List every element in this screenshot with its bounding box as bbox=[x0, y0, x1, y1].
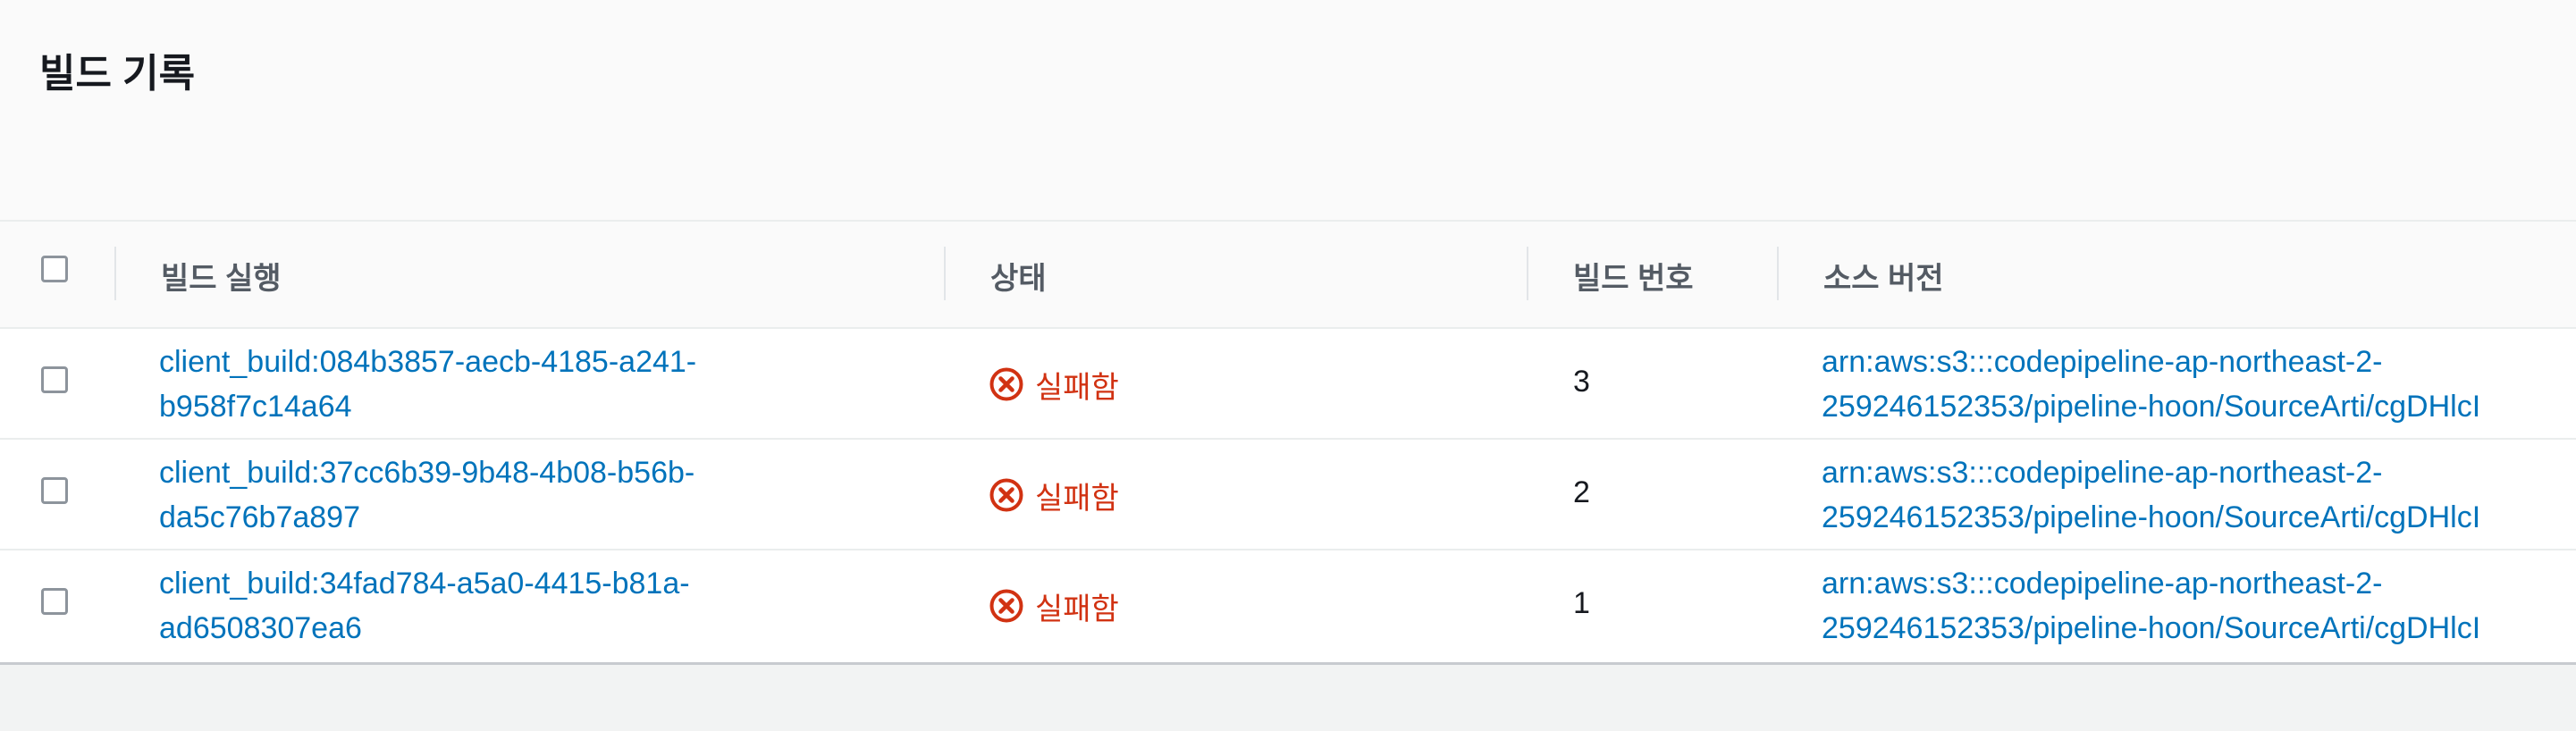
source-version-line1[interactable]: arn:aws:s3:::codepipeline-ap-northeast-2… bbox=[1822, 450, 2480, 495]
build-number: 2 bbox=[1573, 475, 1590, 509]
close-circle-icon bbox=[989, 478, 1023, 512]
row-select-checkbox[interactable] bbox=[41, 477, 68, 504]
table-row[interactable]: client_build:37cc6b39-9b48-4b08-b56b- da… bbox=[0, 440, 2576, 550]
source-version-link[interactable]: arn:aws:s3:::codepipeline-ap-northeast-2… bbox=[1822, 450, 2480, 540]
source-version-link[interactable]: arn:aws:s3:::codepipeline-ap-northeast-2… bbox=[1822, 561, 2480, 651]
source-version-link[interactable]: arn:aws:s3:::codepipeline-ap-northeast-2… bbox=[1822, 340, 2480, 429]
close-circle-icon bbox=[989, 367, 1023, 401]
source-version-line1[interactable]: arn:aws:s3:::codepipeline-ap-northeast-2… bbox=[1822, 561, 2480, 606]
column-header-source-version[interactable]: 소스 버전 bbox=[1823, 254, 1944, 298]
build-run-link-line1[interactable]: client_build:084b3857-aecb-4185-a241- bbox=[159, 340, 696, 384]
build-run-link-line2[interactable]: ad6508307ea6 bbox=[159, 606, 690, 651]
column-divider[interactable] bbox=[1777, 247, 1779, 300]
status-text: 실패함 bbox=[1035, 370, 1119, 405]
row-select-checkbox[interactable] bbox=[41, 366, 68, 393]
build-run-link-line1[interactable]: client_build:37cc6b39-9b48-4b08-b56b- bbox=[159, 450, 695, 495]
column-header-build-number[interactable]: 빌드 번호 bbox=[1573, 254, 1694, 298]
build-run-link-line2[interactable]: da5c76b7a897 bbox=[159, 495, 695, 540]
status-text: 실패함 bbox=[1035, 592, 1119, 626]
build-run-link[interactable]: client_build:084b3857-aecb-4185-a241- b9… bbox=[159, 340, 696, 429]
select-all-checkbox[interactable] bbox=[41, 256, 68, 282]
build-number: 1 bbox=[1573, 586, 1590, 620]
column-divider[interactable] bbox=[114, 247, 116, 300]
column-divider[interactable] bbox=[944, 247, 946, 300]
column-divider[interactable] bbox=[1527, 247, 1528, 300]
table-row[interactable]: client_build:084b3857-aecb-4185-a241- b9… bbox=[0, 329, 2576, 440]
build-history-panel: 빌드 기록 빌드 실행 상태 빌드 번호 소스 버전 client_build:… bbox=[0, 0, 2576, 665]
table-header: 빌드 실행 상태 빌드 번호 소스 버전 bbox=[0, 222, 2576, 329]
status-text: 실패함 bbox=[1035, 481, 1119, 516]
build-run-link-line1[interactable]: client_build:34fad784-a5a0-4415-b81a- bbox=[159, 561, 690, 606]
close-circle-icon bbox=[989, 589, 1023, 623]
status-cell: 실패함 bbox=[989, 365, 1119, 405]
column-header-build-run[interactable]: 빌드 실행 bbox=[161, 254, 282, 298]
source-version-line2[interactable]: 259246152353/pipeline-hoon/SourceArti/cg… bbox=[1822, 495, 2480, 540]
column-header-status[interactable]: 상태 bbox=[990, 254, 1047, 298]
build-run-link-line2[interactable]: b958f7c14a64 bbox=[159, 384, 696, 429]
source-version-line1[interactable]: arn:aws:s3:::codepipeline-ap-northeast-2… bbox=[1822, 340, 2480, 384]
panel-header: 빌드 기록 bbox=[0, 0, 2576, 222]
table-row[interactable]: client_build:34fad784-a5a0-4415-b81a- ad… bbox=[0, 550, 2576, 660]
source-version-line2[interactable]: 259246152353/pipeline-hoon/SourceArti/cg… bbox=[1822, 384, 2480, 429]
panel-title: 빌드 기록 bbox=[39, 52, 196, 96]
status-cell: 실패함 bbox=[989, 586, 1119, 626]
row-select-checkbox[interactable] bbox=[41, 588, 68, 615]
build-run-link[interactable]: client_build:37cc6b39-9b48-4b08-b56b- da… bbox=[159, 450, 695, 540]
source-version-line2[interactable]: 259246152353/pipeline-hoon/SourceArti/cg… bbox=[1822, 606, 2480, 651]
build-run-link[interactable]: client_build:34fad784-a5a0-4415-b81a- ad… bbox=[159, 561, 690, 651]
build-number: 3 bbox=[1573, 365, 1590, 399]
status-cell: 실패함 bbox=[989, 475, 1119, 516]
